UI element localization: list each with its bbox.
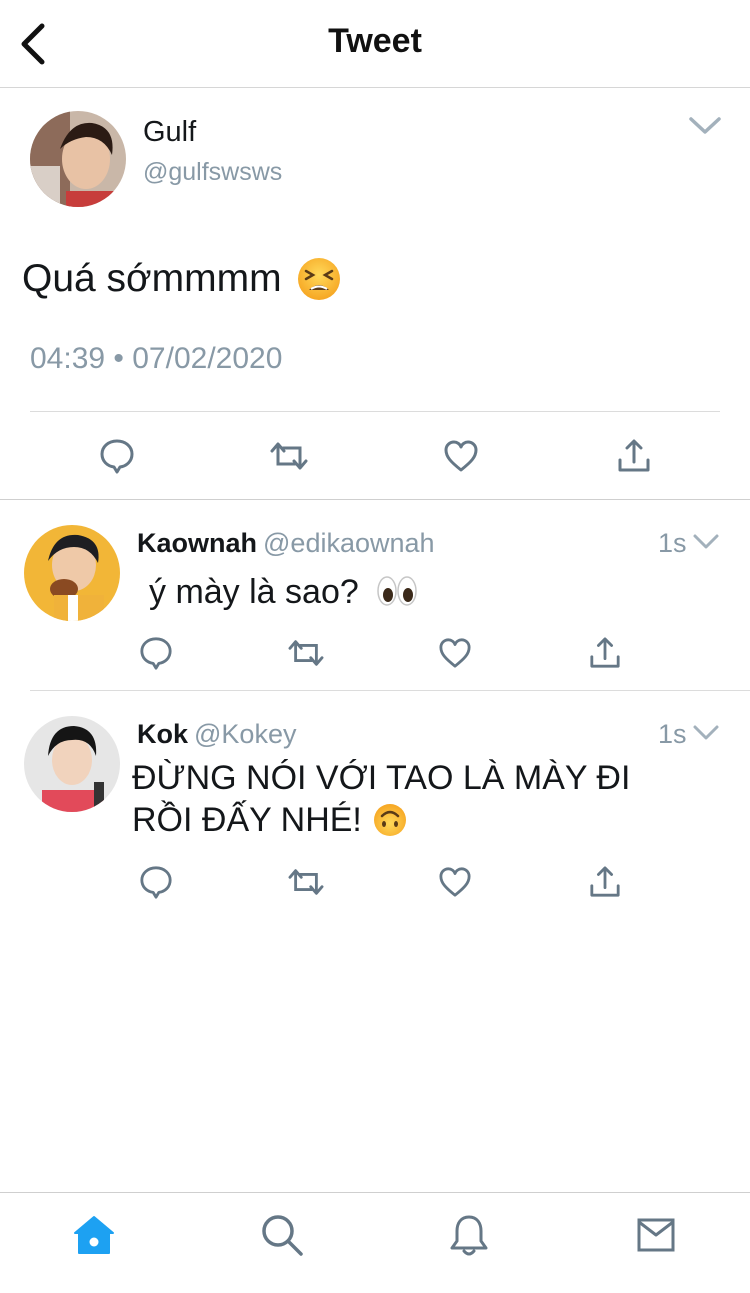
retweet-button[interactable] — [287, 634, 325, 672]
tweet-timestamp: 04:39 • 07/02/2020 — [30, 342, 283, 375]
chevron-down-icon — [693, 725, 719, 740]
tired-face-emoji-icon — [297, 258, 340, 300]
reply-text: ý mày là sao? — [135, 571, 725, 613]
like-button[interactable] — [441, 436, 481, 476]
tweet-menu-button[interactable] — [692, 532, 720, 552]
avatar[interactable] — [30, 111, 126, 207]
retweet-icon — [288, 869, 324, 895]
tab-search[interactable] — [258, 1211, 306, 1259]
tab-home[interactable] — [70, 1211, 118, 1259]
like-button[interactable] — [436, 634, 474, 672]
author-name[interactable]: Gulf — [143, 116, 196, 149]
reply-icon — [100, 439, 134, 474]
author-name[interactable]: Kaownah — [137, 528, 257, 558]
share-button[interactable] — [614, 436, 654, 476]
bell-icon — [450, 1215, 488, 1256]
author-handle[interactable]: @edikaownah — [263, 528, 435, 558]
heart-icon — [439, 867, 471, 897]
home-icon — [74, 1216, 114, 1254]
reply-icon — [140, 637, 172, 670]
upside-down-face-emoji-icon — [373, 804, 406, 836]
reply-text-line: RỒI ĐẤY NHÉ! — [132, 801, 362, 839]
reply-button[interactable] — [97, 436, 137, 476]
divider — [30, 411, 720, 412]
top-bar: Tweet — [0, 0, 750, 88]
page-title: Tweet — [328, 22, 422, 60]
retweet-button[interactable] — [269, 436, 309, 476]
reply-text-line-wrap: RỒI ĐẤY NHÉ! — [132, 799, 722, 841]
divider — [0, 499, 750, 500]
share-button[interactable] — [586, 863, 624, 901]
reply-timestamp: 1s — [658, 719, 687, 749]
reply-text-content: ý mày là sao? — [149, 573, 359, 611]
share-icon — [618, 439, 650, 472]
author-name[interactable]: Kok — [137, 719, 188, 749]
avatar[interactable] — [24, 525, 120, 621]
reply-icon — [140, 866, 172, 899]
tab-notifications[interactable] — [445, 1211, 493, 1259]
chevron-down-icon — [689, 117, 721, 134]
retweet-icon — [288, 640, 324, 666]
chevron-down-icon — [693, 534, 719, 549]
tweet-menu-button[interactable] — [692, 723, 720, 743]
retweet-icon — [270, 442, 308, 470]
reply-button[interactable] — [137, 634, 175, 672]
reply-header: Kok @Kokey — [137, 719, 296, 750]
tweet-text: Quá sớmmmm — [22, 256, 342, 302]
tweet-menu-button[interactable] — [688, 115, 722, 137]
reply-button[interactable] — [137, 863, 175, 901]
eyes-emoji-icon — [377, 576, 417, 606]
divider — [30, 690, 750, 691]
share-icon — [590, 866, 620, 897]
like-button[interactable] — [436, 863, 474, 901]
tab-messages[interactable] — [632, 1211, 680, 1259]
heart-icon — [444, 440, 478, 472]
share-button[interactable] — [586, 634, 624, 672]
author-handle[interactable]: @gulfswsws — [143, 158, 282, 187]
tweet-text-content: Quá sớmmmm — [22, 257, 282, 300]
bottom-tab-bar — [0, 1192, 750, 1293]
heart-icon — [439, 638, 471, 668]
retweet-button[interactable] — [287, 863, 325, 901]
reply-timestamp: 1s — [658, 528, 687, 558]
avatar[interactable] — [24, 716, 120, 812]
reply-header: Kaownah @edikaownah — [137, 528, 435, 559]
share-icon — [590, 637, 620, 668]
reply-text-line: ĐỪNG NÓI VỚI TAO LÀ MÀY ĐI — [132, 759, 631, 797]
search-icon — [262, 1215, 303, 1256]
reply-text: ĐỪNG NÓI VỚI TAO LÀ MÀY ĐI RỒI ĐẤY NHÉ! — [132, 757, 722, 841]
author-handle[interactable]: @Kokey — [194, 719, 296, 749]
envelope-icon — [637, 1218, 675, 1252]
